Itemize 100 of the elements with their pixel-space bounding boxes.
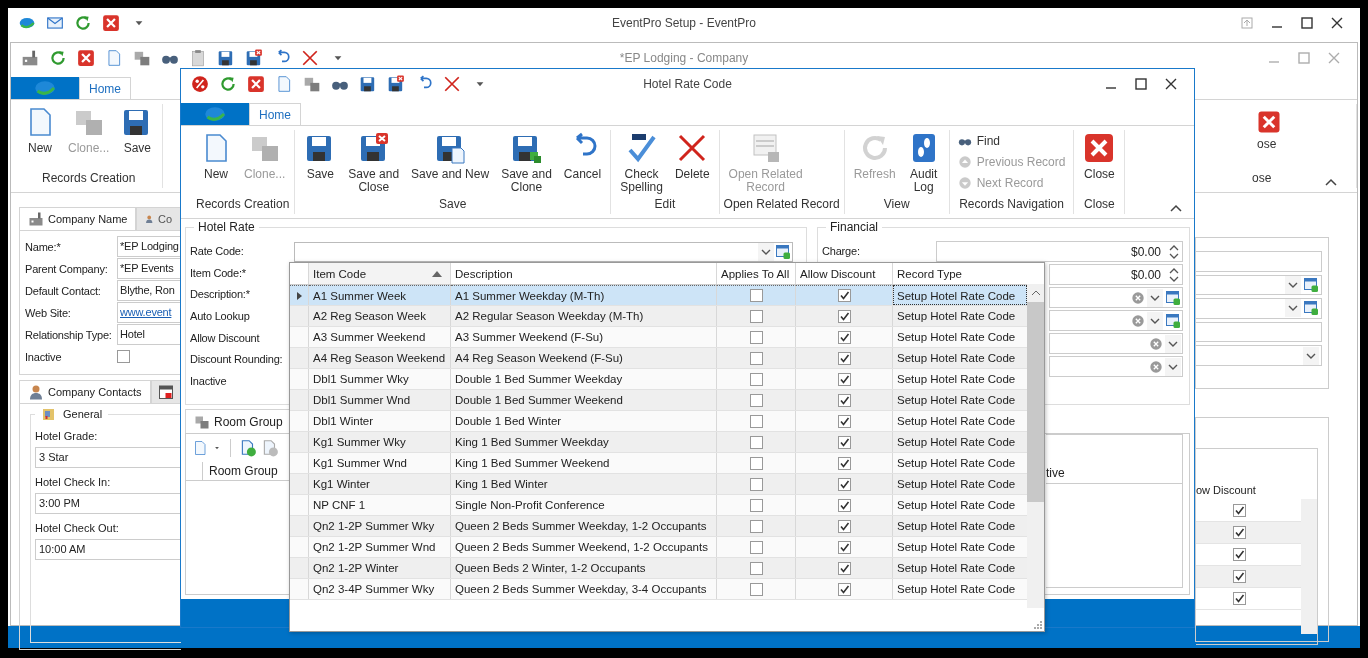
ribbon-button[interactable]: Save and Close: [343, 130, 405, 196]
table-cell[interactable]: Setup Hotel Rate Code: [893, 579, 1027, 599]
ribbon-button[interactable]: Delete: [669, 130, 715, 183]
checkbox[interactable]: [837, 393, 851, 407]
cross-icon[interactable]: [443, 75, 461, 93]
number-field[interactable]: $0.00: [1049, 264, 1183, 285]
lookup-icon[interactable]: [1165, 289, 1181, 306]
checkbox[interactable]: [749, 477, 763, 491]
ribbon-button[interactable]: New: [195, 130, 237, 183]
dropdown-button[interactable]: [1147, 288, 1163, 307]
add-document-icon[interactable]: [239, 439, 257, 457]
close-icon[interactable]: [77, 49, 95, 67]
table-cell[interactable]: A3 Summer Weekend (F-Su): [451, 327, 717, 347]
collapse-ribbon-icon[interactable]: [1170, 204, 1182, 212]
ribbon-button[interactable]: Save: [299, 130, 342, 183]
ribbon-tab[interactable]: Home: [79, 77, 131, 99]
text-field[interactable]: 3 Star: [35, 447, 181, 468]
checkbox[interactable]: [749, 498, 763, 512]
dropdown-field[interactable]: [1196, 345, 1322, 366]
maximize-button[interactable]: [1134, 77, 1148, 91]
checkbox[interactable]: [837, 519, 851, 533]
lookup-icon[interactable]: [775, 244, 791, 260]
dropdown-field[interactable]: [294, 242, 793, 262]
table-cell[interactable]: Kg1 Summer Wky: [309, 432, 451, 452]
checkbox[interactable]: [749, 414, 763, 428]
column-header[interactable]: Applies To All: [717, 263, 796, 284]
checkbox[interactable]: [837, 372, 851, 386]
cross-icon[interactable]: [301, 49, 319, 67]
number-field[interactable]: $0.00: [936, 241, 1183, 262]
table-cell[interactable]: Setup Hotel Rate Code: [893, 495, 1027, 515]
table-cell[interactable]: Queen 2 Beds Summer Weekend, 1-2 Occupants: [451, 537, 717, 557]
checkbox[interactable]: [749, 393, 763, 407]
checkbox[interactable]: [749, 561, 763, 575]
table-cell[interactable]: Setup Hotel Rate Code: [893, 348, 1027, 368]
table-cell[interactable]: A3 Summer Weekend: [309, 327, 451, 347]
checkbox[interactable]: [1233, 592, 1246, 605]
checkbox[interactable]: [837, 498, 851, 512]
lookup-icon[interactable]: [1303, 300, 1319, 317]
close-button[interactable]: [1164, 77, 1178, 91]
table-cell[interactable]: A1 Summer Week: [309, 285, 451, 305]
scrollbar[interactable]: [1027, 284, 1044, 608]
checkbox[interactable]: [837, 561, 851, 575]
table-cell[interactable]: Queen Beds 2 Winter, 1-2 Occupants: [451, 558, 717, 578]
checkbox[interactable]: [837, 435, 851, 449]
dropdown-button[interactable]: [1147, 311, 1163, 330]
table-cell[interactable]: Setup Hotel Rate Code: [893, 432, 1027, 452]
lookup-icon[interactable]: [1303, 276, 1319, 293]
checkbox[interactable]: [837, 456, 851, 470]
dropdown-field[interactable]: [1196, 298, 1322, 319]
table-cell[interactable]: Kg1 Summer Wnd: [309, 453, 451, 473]
table-cell[interactable]: Setup Hotel Rate Code: [893, 369, 1027, 389]
clipboard-icon[interactable]: [189, 49, 207, 67]
table-cell[interactable]: Setup Hotel Rate Code: [893, 474, 1027, 494]
table-cell[interactable]: Qn2 1-2P Summer Wnd: [309, 537, 451, 557]
text-field[interactable]: [1196, 321, 1322, 343]
checkbox[interactable]: [749, 435, 763, 449]
ribbon-button[interactable]: ose: [1252, 104, 1286, 153]
text-field[interactable]: [1196, 251, 1322, 272]
table-cell[interactable]: A4 Reg Season Weekend (F-Su): [451, 348, 717, 368]
column-header[interactable]: Record Type: [893, 263, 1027, 284]
table-cell[interactable]: King 1 Bed Winter: [451, 474, 717, 494]
ribbon-button[interactable]: Close: [1078, 130, 1121, 183]
table-cell[interactable]: King 1 Bed Summer Weekend: [451, 453, 717, 473]
close-icon[interactable]: [102, 14, 120, 32]
checkbox[interactable]: [837, 540, 851, 554]
dropdown-button[interactable]: [758, 243, 774, 261]
dropdown-button[interactable]: [1285, 275, 1301, 294]
table-cell[interactable]: Qn2 1-2P Winter: [309, 558, 451, 578]
new-document-icon[interactable]: [275, 75, 293, 93]
checkbox[interactable]: [749, 456, 763, 470]
checkbox[interactable]: [749, 540, 763, 554]
ribbon-button[interactable]: Audit Log: [902, 130, 945, 196]
table-cell[interactable]: Qn2 1-2P Summer Wky: [309, 516, 451, 536]
dropdown-field[interactable]: [1049, 287, 1183, 308]
ribbon-button[interactable]: New: [19, 104, 61, 157]
checkbox[interactable]: [837, 414, 851, 428]
checkbox[interactable]: [837, 289, 851, 302]
factory-icon[interactable]: [21, 49, 39, 67]
checkbox[interactable]: [837, 351, 851, 365]
table-cell[interactable]: Queen 2 Beds Summer Weekday, 3-4 Occupants: [451, 579, 717, 599]
table-cell[interactable]: Setup Hotel Rate Code: [893, 411, 1027, 431]
table-cell[interactable]: Dbl1 Winter: [309, 411, 451, 431]
dropdown-field[interactable]: [1196, 274, 1322, 296]
close-button[interactable]: [1330, 16, 1344, 30]
checkbox[interactable]: [749, 309, 763, 323]
table-cell[interactable]: Single Non-Profit Conference: [451, 495, 717, 515]
cubes-icon[interactable]: [303, 75, 321, 93]
checkbox[interactable]: [117, 350, 130, 363]
column-header[interactable]: ow Discount: [1196, 481, 1256, 499]
new-document-icon[interactable]: [192, 440, 208, 456]
ribbon-button[interactable]: Cancel: [558, 130, 607, 183]
close-icon[interactable]: [247, 75, 265, 93]
column-header[interactable]: tive: [1046, 463, 1182, 484]
ribbon-button[interactable]: Save and Clone: [496, 130, 557, 196]
refresh-icon[interactable]: [219, 75, 237, 93]
checkbox[interactable]: [837, 309, 851, 323]
checkbox[interactable]: [837, 477, 851, 491]
mail-icon[interactable]: [46, 14, 64, 32]
checkbox[interactable]: [837, 330, 851, 344]
checkbox[interactable]: [1233, 526, 1246, 539]
